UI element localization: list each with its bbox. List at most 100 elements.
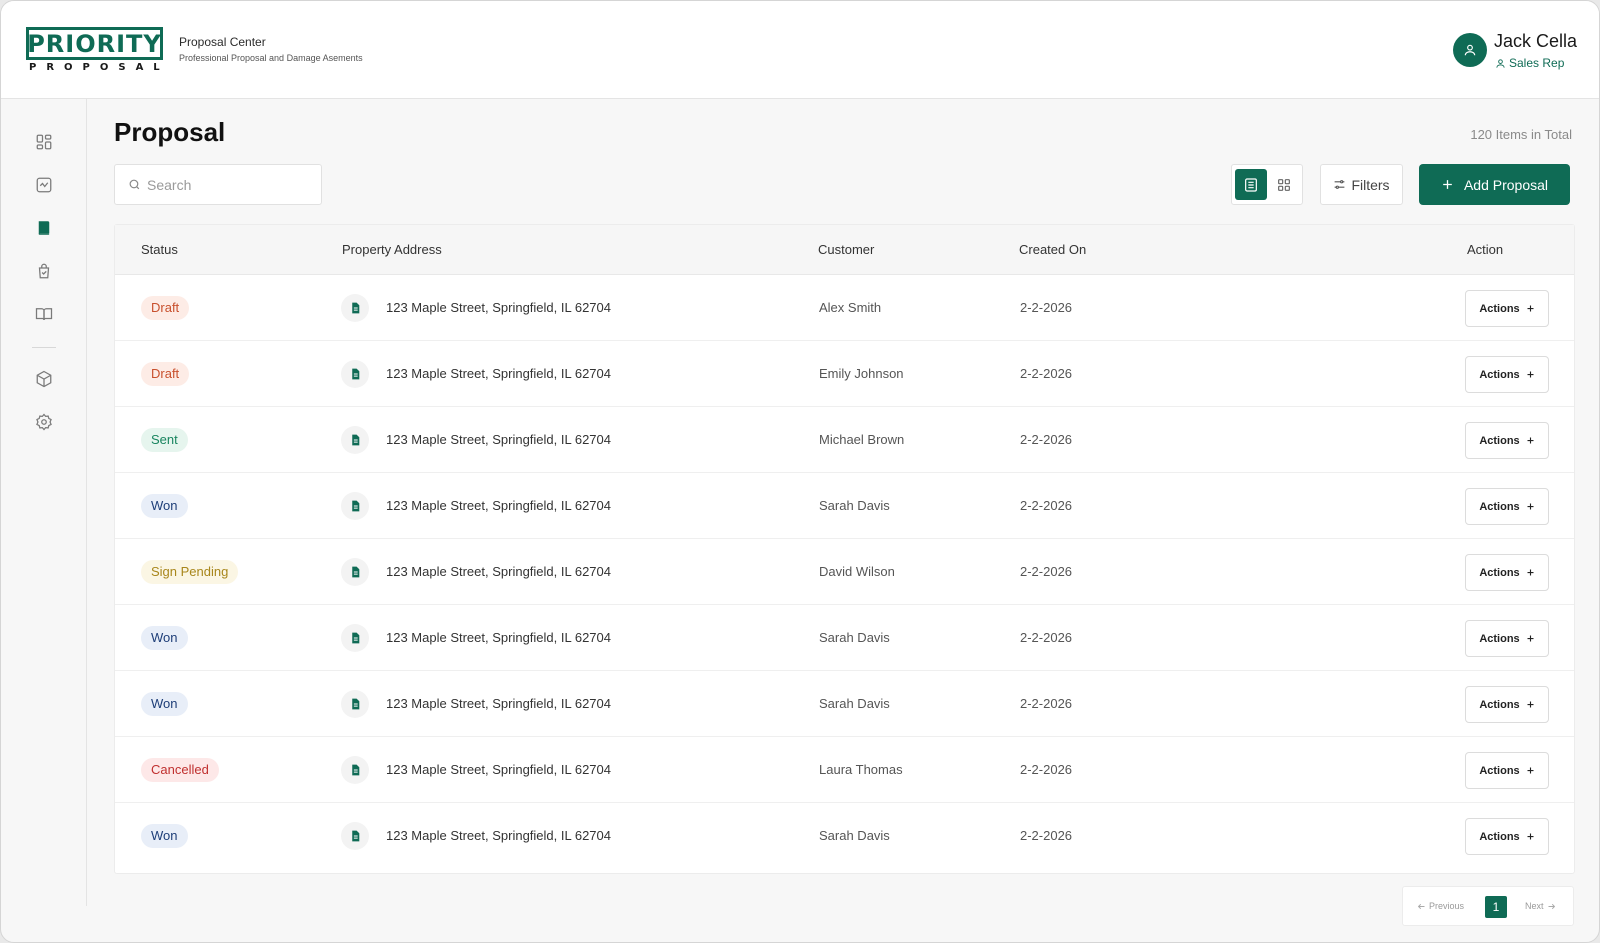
pagination: Previous 1 Next (1402, 886, 1574, 926)
next-page-button[interactable]: Next (1525, 901, 1556, 911)
previous-label: Previous (1429, 901, 1465, 911)
status-badge: Draft (141, 296, 190, 320)
table-row[interactable]: Draft 123 Maple Street, Springfield, IL 6… (115, 275, 1574, 341)
column-header-address: Property Address (342, 242, 442, 257)
created-date: 2-2-2026 (1020, 564, 1073, 579)
actions-button[interactable]: Actions (1465, 620, 1549, 657)
add-proposal-label: Add Proposal (1463, 176, 1549, 193)
table-header: Status Property Address Customer Created… (115, 225, 1574, 275)
property-address[interactable]: 123 Maple Street, Springfield, IL 62704 (386, 300, 611, 315)
search-box[interactable] (114, 164, 322, 205)
property-address[interactable]: 123 Maple Street, Springfield, IL 62704 (386, 564, 611, 579)
created-date: 2-2-2026 (1020, 300, 1073, 315)
list-view-button[interactable] (1235, 169, 1267, 200)
table-row[interactable]: Won 123 Maple Street, Springfield, IL 627… (115, 671, 1574, 737)
actions-label: Actions (1479, 302, 1520, 315)
table-row[interactable]: Won 123 Maple Street, Springfield, IL 627… (115, 473, 1574, 539)
logo-wordmark: PRIORITY (26, 27, 163, 60)
customer-name: Sarah Davis (819, 498, 890, 513)
property-address[interactable]: 123 Maple Street, Springfield, IL 62704 (386, 366, 611, 381)
document-icon (341, 558, 369, 586)
top-header: PRIORITY PROPOSAL Proposal Center Profes… (1, 1, 1599, 99)
sidebar-divider (32, 347, 56, 348)
actions-button[interactable]: Actions (1465, 356, 1549, 393)
table-row[interactable]: Draft 123 Maple Street, Springfield, IL 6… (115, 341, 1574, 407)
table-row[interactable]: Sent 123 Maple Street, Springfield, IL 62… (115, 407, 1574, 473)
document-icon (341, 492, 369, 520)
arrow-right-icon (1548, 903, 1555, 909)
property-address[interactable]: 123 Maple Street, Springfield, IL 62704 (386, 696, 611, 711)
actions-label: Actions (1479, 632, 1520, 645)
actions-button[interactable]: Actions (1465, 818, 1549, 855)
settings-icon[interactable] (32, 410, 56, 434)
customer-name: Alex Smith (819, 300, 882, 315)
user-role-label: Sales Rep (1509, 56, 1565, 70)
table-row[interactable]: Won 123 Maple Street, Springfield, IL 627… (115, 803, 1574, 869)
status-badge: Cancelled (141, 758, 219, 782)
property-address[interactable]: 123 Maple Street, Springfield, IL 62704 (386, 498, 611, 513)
customer-name: Sarah Davis (819, 696, 890, 711)
plus-icon (1527, 305, 1534, 312)
filters-label: Filters (1351, 176, 1390, 193)
actions-button[interactable]: Actions (1465, 290, 1549, 327)
property-address[interactable]: 123 Maple Street, Springfield, IL 62704 (386, 432, 611, 447)
box-icon[interactable] (32, 367, 56, 391)
created-date: 2-2-2026 (1020, 630, 1073, 645)
plus-icon (1527, 371, 1534, 378)
status-badge: Sign Pending (141, 560, 239, 584)
document-icon (341, 690, 369, 718)
status-badge: Won (141, 626, 188, 650)
table-row[interactable]: Won 123 Maple Street, Springfield, IL 627… (115, 605, 1574, 671)
created-date: 2-2-2026 (1020, 432, 1073, 447)
table-row[interactable]: Sign Pending 123 Maple Street, Springfiel… (115, 539, 1574, 605)
previous-page-button[interactable]: Previous (1417, 901, 1464, 911)
plus-icon (1527, 437, 1534, 444)
user-role: Sales Rep (1495, 56, 1564, 70)
actions-label: Actions (1479, 500, 1520, 513)
filter-sliders-icon (1335, 180, 1345, 189)
bag-check-icon[interactable] (32, 259, 56, 283)
property-address[interactable]: 123 Maple Street, Springfield, IL 62704 (386, 828, 611, 843)
brand-logo[interactable]: PRIORITY PROPOSAL (26, 27, 163, 75)
open-book-icon[interactable] (32, 302, 56, 326)
actions-button[interactable]: Actions (1465, 554, 1549, 591)
actions-button[interactable]: Actions (1465, 752, 1549, 789)
actions-label: Actions (1479, 434, 1520, 447)
customer-name: Sarah Davis (819, 630, 890, 645)
grid-view-button[interactable] (1268, 169, 1300, 200)
created-date: 2-2-2026 (1020, 762, 1073, 777)
activity-icon[interactable] (32, 173, 56, 197)
plus-icon (1527, 635, 1534, 642)
user-name: Jack Cella (1494, 31, 1578, 51)
person-icon (1496, 58, 1505, 68)
user-icon (1464, 44, 1476, 56)
property-address[interactable]: 123 Maple Street, Springfield, IL 62704 (386, 630, 611, 645)
created-date: 2-2-2026 (1020, 498, 1073, 513)
table-row[interactable]: Cancelled 123 Maple Street, Springfield, … (115, 737, 1574, 803)
book-icon[interactable] (32, 216, 56, 240)
view-toggle (1231, 164, 1303, 205)
document-icon (341, 624, 369, 652)
plus-icon (1527, 767, 1534, 774)
add-proposal-button[interactable]: Add Proposal (1419, 164, 1570, 205)
created-date: 2-2-2026 (1020, 366, 1073, 381)
created-date: 2-2-2026 (1020, 828, 1073, 843)
property-address[interactable]: 123 Maple Street, Springfield, IL 62704 (386, 762, 611, 777)
actions-button[interactable]: Actions (1465, 686, 1549, 723)
plus-icon (1443, 180, 1452, 189)
page-number-button[interactable]: 1 (1485, 896, 1507, 918)
status-badge: Won (141, 692, 188, 716)
filters-button[interactable]: Filters (1320, 164, 1403, 205)
search-icon (129, 179, 140, 190)
status-badge: Won (141, 824, 188, 848)
app-subtitle: Professional Proposal and Damage Asement… (179, 53, 363, 63)
actions-label: Actions (1479, 566, 1520, 579)
actions-button[interactable]: Actions (1465, 488, 1549, 525)
actions-button[interactable]: Actions (1465, 422, 1549, 459)
document-icon (341, 822, 369, 850)
dashboard-icon[interactable] (32, 130, 56, 154)
plus-icon (1527, 569, 1534, 576)
document-icon (341, 360, 369, 388)
search-input[interactable] (147, 176, 307, 193)
avatar[interactable] (1453, 33, 1487, 67)
